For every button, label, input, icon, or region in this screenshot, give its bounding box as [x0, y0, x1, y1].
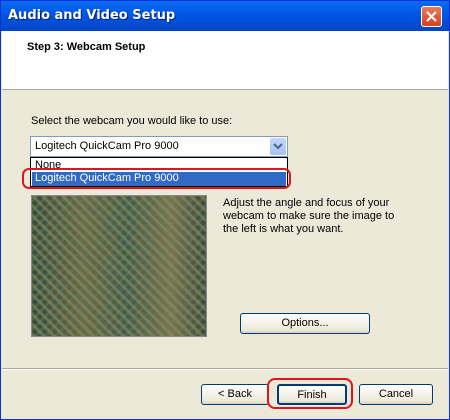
close-icon: [426, 11, 437, 22]
window-title: Audio and Video Setup: [8, 8, 176, 23]
finish-highlight-annotation: [267, 378, 353, 409]
options-button-label: Options...: [281, 317, 329, 329]
chevron-down-icon: [273, 143, 283, 150]
cancel-button-label: Cancel: [378, 388, 414, 400]
instructions-text: Adjust the angle and focus of your webca…: [223, 197, 395, 235]
webcam-select-label: Select the webcam you would like to use:: [31, 115, 233, 127]
dropdown-arrow-button[interactable]: [270, 138, 286, 155]
back-button-label: < Back: [218, 388, 252, 400]
wizard-header: Step 3: Webcam Setup: [2, 31, 448, 90]
audio-video-setup-dialog: Audio and Video Setup Step 3: Webcam Set…: [0, 0, 450, 420]
webcam-selected-value: Logitech QuickCam Pro 9000: [35, 140, 179, 152]
selection-highlight-annotation: [22, 168, 291, 189]
webcam-preview-image: [31, 195, 207, 337]
step-title: Step 3: Webcam Setup: [27, 41, 146, 53]
webcam-dropdown[interactable]: Logitech QuickCam Pro 9000: [30, 136, 288, 157]
back-button[interactable]: < Back: [201, 384, 269, 405]
title-bar[interactable]: Audio and Video Setup: [1, 1, 449, 31]
cancel-button[interactable]: Cancel: [359, 384, 433, 405]
options-button[interactable]: Options...: [240, 313, 370, 334]
close-button[interactable]: [421, 6, 442, 27]
footer-separator: [2, 368, 448, 370]
